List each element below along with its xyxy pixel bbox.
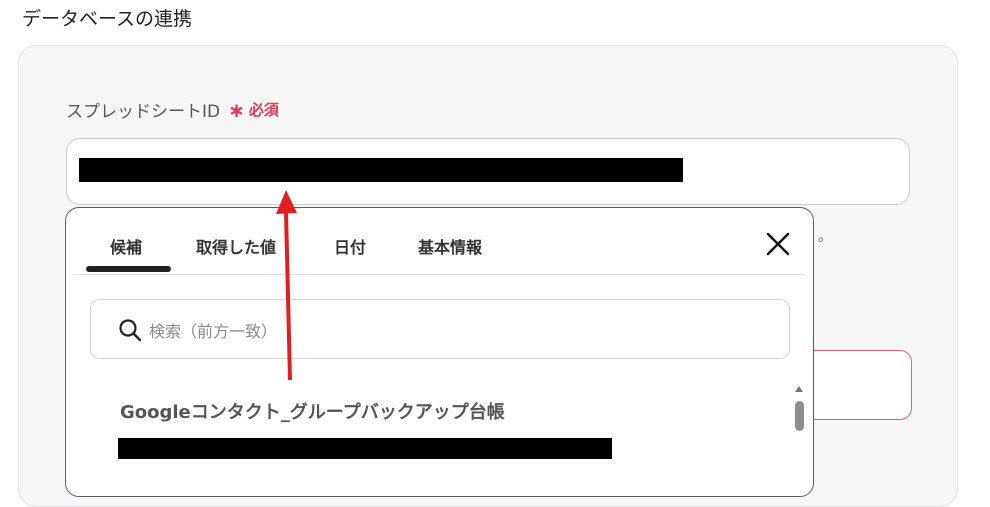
spreadsheet-id-label: スプレッドシートID ∗ 必須 [66, 97, 279, 123]
dropdown-tabs: 候補 取得した値 日付 基本情報 [66, 208, 813, 275]
search-placeholder: 検索（前方一致） [149, 322, 278, 341]
tab-date[interactable]: 日付 [334, 234, 366, 258]
tab-basic-info[interactable]: 基本情報 [418, 234, 482, 258]
required-badge: 必須 [248, 101, 279, 119]
spreadsheet-id-input[interactable] [66, 138, 910, 205]
search-input[interactable]: 検索（前方一致） [90, 299, 790, 359]
redacted-option-id [118, 438, 612, 459]
suggestion-dropdown: 候補 取得した値 日付 基本情報 検索（前方一致） Googleコンタクト_グル… [65, 207, 814, 497]
option-item-title[interactable]: Googleコンタクト_グループバックアップ台帳 [120, 398, 505, 424]
scroll-up-arrow-icon[interactable] [795, 386, 803, 392]
tab-candidates[interactable]: 候補 [110, 234, 142, 258]
helper-text-fragment: 。 [818, 229, 832, 245]
tabs-divider [73, 274, 806, 275]
search-icon [119, 319, 142, 342]
close-icon [766, 232, 790, 256]
spreadsheet-id-label-text: スプレッドシートID [66, 102, 221, 122]
section-title: データベースの連携 [22, 8, 193, 30]
active-tab-indicator [86, 266, 171, 272]
tab-retrieved-values[interactable]: 取得した値 [196, 234, 276, 258]
required-asterisk-icon: ∗ [228, 97, 245, 122]
redacted-value [79, 158, 683, 182]
close-button[interactable] [764, 230, 792, 258]
scroll-thumb[interactable] [795, 401, 804, 431]
next-field-input[interactable] [800, 350, 912, 420]
